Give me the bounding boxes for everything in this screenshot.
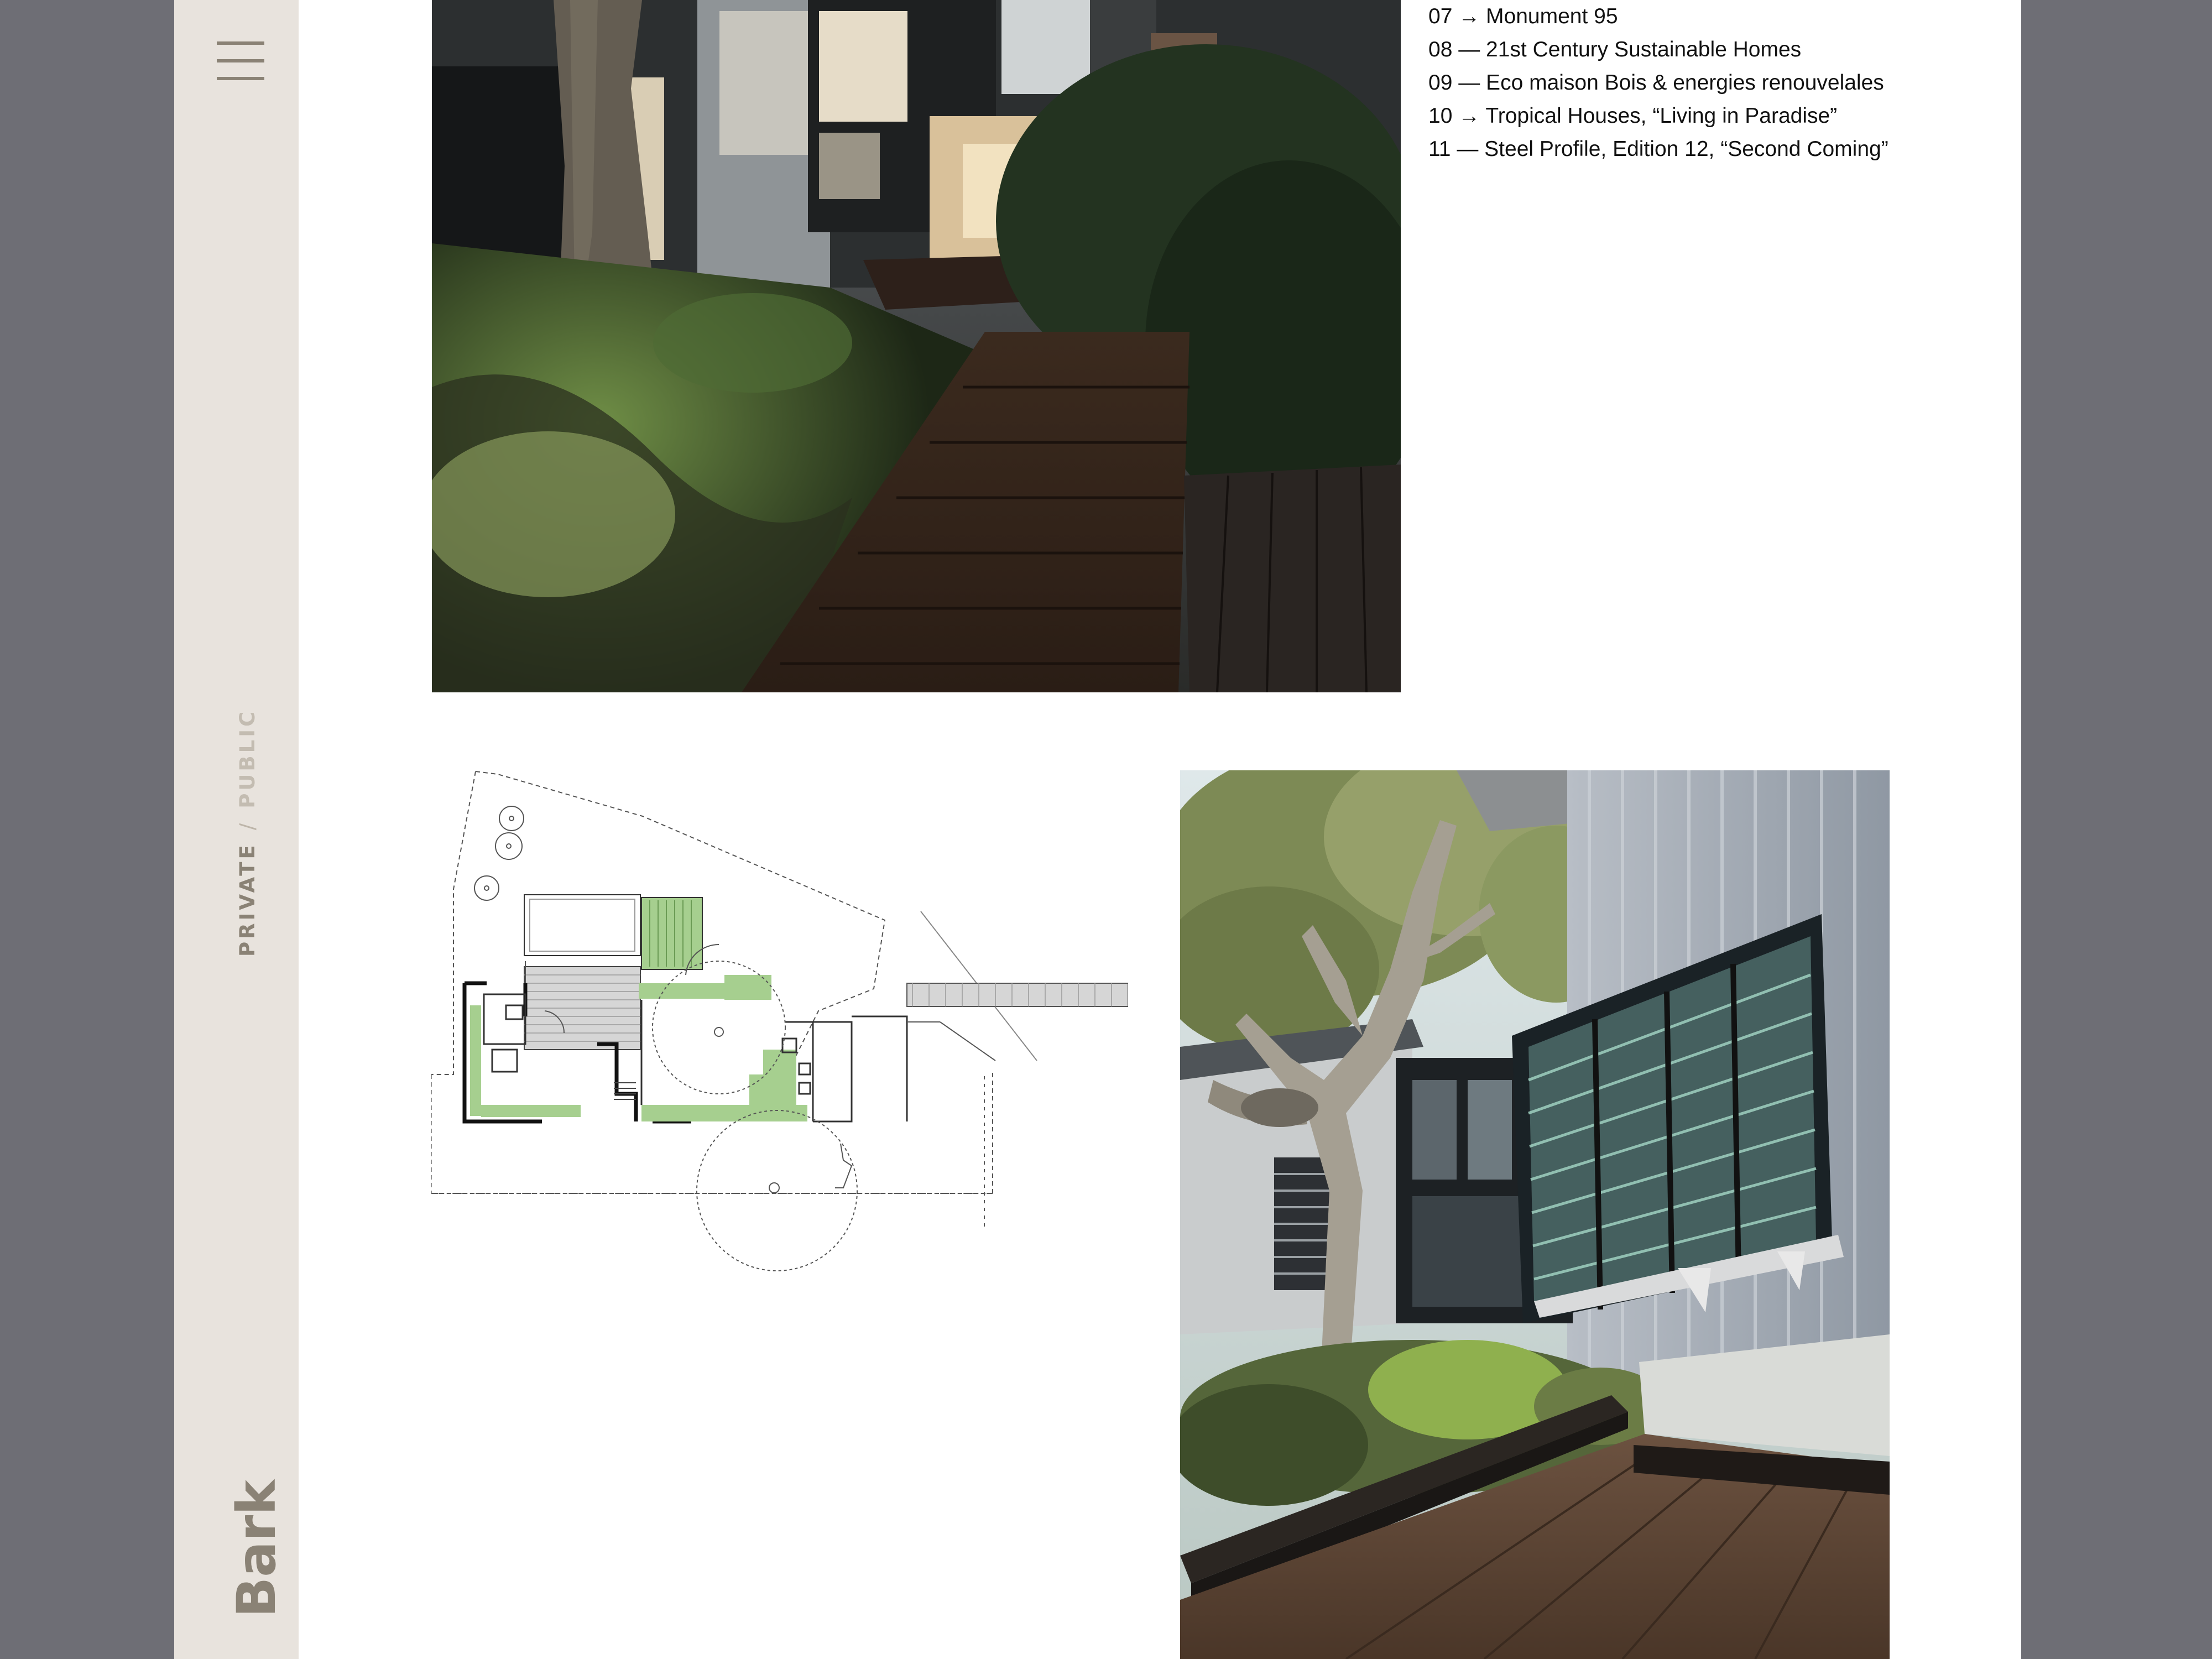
publication-item[interactable]: 09 — Eco maison Bois & energies renouvel… — [1428, 66, 1888, 100]
site-floor-plan-drawing — [431, 771, 1128, 1271]
hamburger-icon[interactable] — [217, 41, 264, 80]
publication-item[interactable]: 08 — 21st Century Sustainable Homes — [1428, 33, 1888, 66]
category-switcher: PRIVATE / PUBLIC — [236, 709, 259, 957]
publication-list: 07 → Monument 95 08 — 21st Century Susta… — [1428, 0, 1888, 166]
publication-item[interactable]: 07 → Monument 95 — [1428, 0, 1888, 33]
publication-item[interactable]: 11 — Steel Profile, Edition 12, “Second … — [1428, 133, 1888, 166]
nav-public-link[interactable]: PUBLIC — [236, 709, 259, 808]
page-canvas: PRIVATE / PUBLIC Bark 07 → Monument 95 08 … — [174, 0, 2021, 1659]
sidebar: PRIVATE / PUBLIC Bark — [174, 0, 299, 1659]
nav-separator: / — [236, 820, 259, 831]
courtyard-tree-louvres-photo — [1180, 770, 1890, 1659]
brand-name[interactable]: Bark — [226, 1480, 288, 1618]
nav-private-link[interactable]: PRIVATE — [236, 842, 259, 957]
publication-item[interactable]: 10 → Tropical Houses, “Living in Paradis… — [1428, 100, 1888, 133]
night-garden-boardwalk-photo — [432, 0, 1401, 692]
